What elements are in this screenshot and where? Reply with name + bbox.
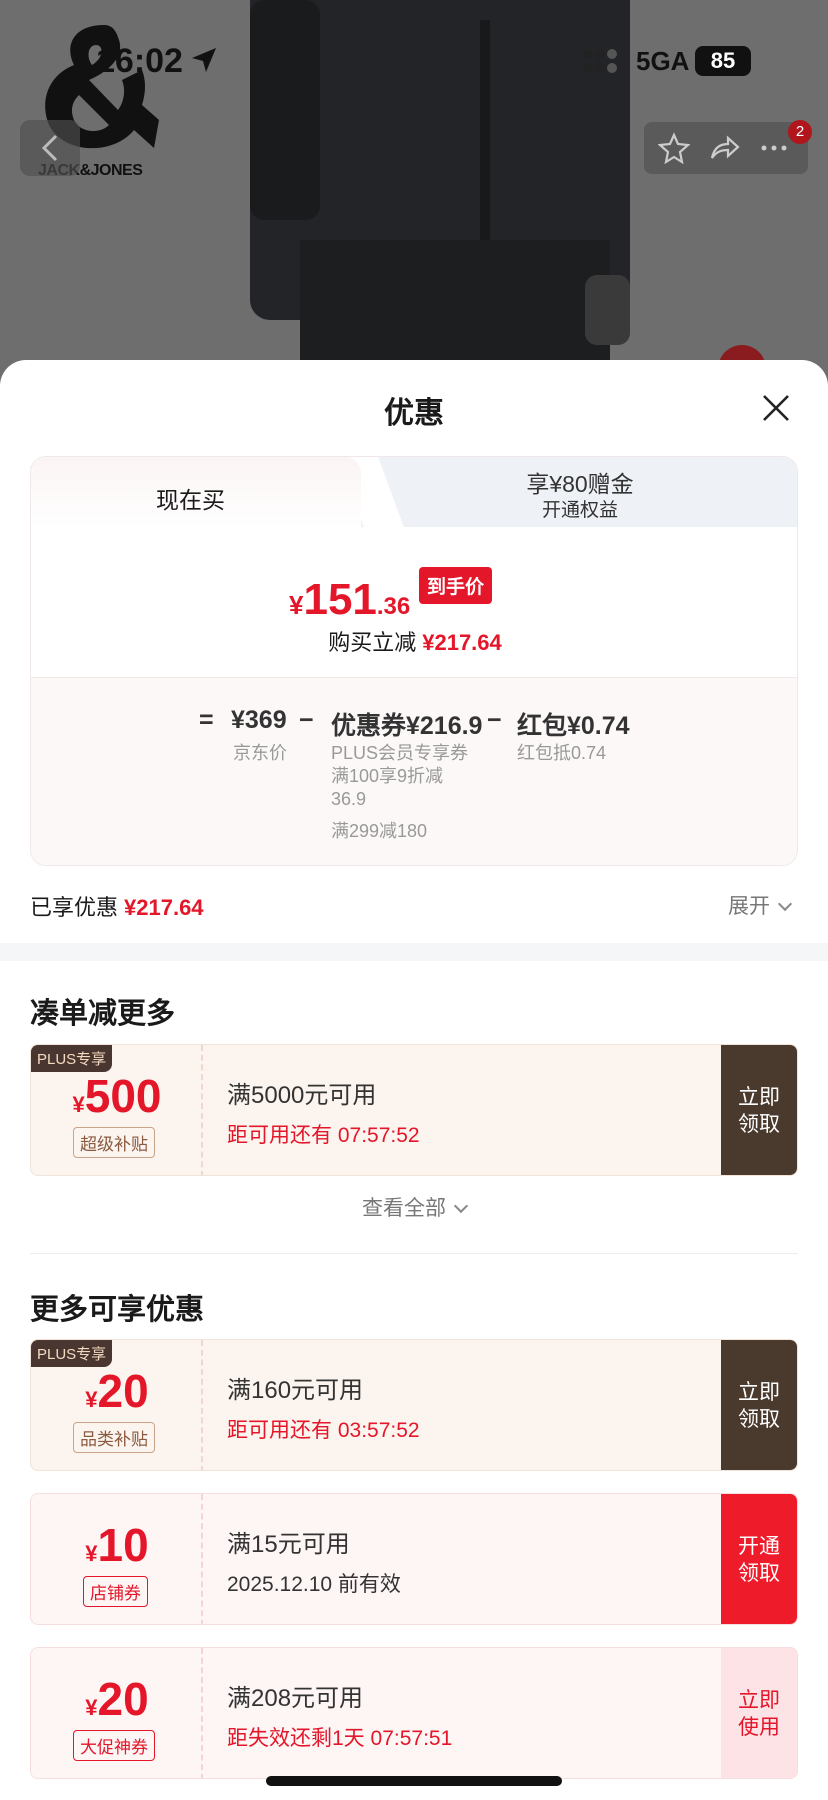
coupon-card: ¥10 店铺券 满15元可用 2025.12.10 前有效 开通领取 <box>30 1493 798 1625</box>
more-icon[interactable] <box>758 132 790 164</box>
coupon-amount: ¥10 <box>31 1518 203 1572</box>
section-title: 凑单减更多 <box>30 998 176 1030</box>
discount-sheet: 优惠 享¥80赠金 开通权益 现在买 ¥151.36 到手价 购买立减 ¥217.… <box>0 360 828 1800</box>
final-price-tag: 到手价 <box>419 567 493 604</box>
enjoyed-discount: 已享优惠 ¥217.64 <box>30 890 204 922</box>
breakdown-minus: − <box>487 706 502 734</box>
hand-photo <box>585 275 630 345</box>
coupon-number: 20 <box>97 1673 149 1725</box>
close-icon[interactable] <box>758 390 794 426</box>
price-breakdown: = ¥369 京东价 − 优惠券¥216.9 PLUS会员专享券 满100享9折… <box>31 677 797 865</box>
coupon-condition: 满15元可用 <box>227 1531 350 1558</box>
breakdown-coupon-note: 满299减180 <box>331 821 428 841</box>
expand-button[interactable]: 展开 <box>728 890 793 920</box>
status-time: 16:02 <box>96 42 183 80</box>
breakdown-jd-price: ¥369 <box>231 706 287 734</box>
chevron-left-icon <box>41 134 58 162</box>
location-arrow-icon <box>192 48 216 72</box>
coupon-yen: ¥ <box>85 1387 98 1412</box>
plus-badge: PLUS专享 <box>31 1045 113 1072</box>
coupon-value-area: ¥20 大促神券 <box>31 1648 203 1778</box>
tab-buy-now[interactable]: 现在买 <box>31 457 361 527</box>
instant-cut: 购买立减 ¥217.64 <box>31 625 797 657</box>
breakdown-minus: − <box>299 706 314 734</box>
enjoyed-value: ¥217.64 <box>124 895 204 920</box>
chevron-down-icon <box>453 1198 469 1214</box>
expand-label: 展开 <box>728 895 770 918</box>
coupon-value-area: ¥10 店铺券 <box>31 1494 203 1624</box>
coupon-yen: ¥ <box>85 1541 98 1566</box>
coupon-validity: 2025.12.10 前有效 <box>227 1573 401 1596</box>
coupon-countdown: 距可用还有 07:57:52 <box>227 1124 420 1147</box>
coupon-condition: 满208元可用 <box>227 1685 364 1712</box>
tab-buy-now-label: 现在买 <box>156 487 225 513</box>
back-button[interactable] <box>20 120 80 176</box>
enjoyed-label: 已享优惠 <box>30 895 119 920</box>
instant-cut-value: ¥217.64 <box>422 630 502 655</box>
see-all-button[interactable]: 查看全部 <box>0 1192 828 1222</box>
coupon-amount: ¥20 <box>31 1672 203 1726</box>
divider-line <box>30 1253 798 1254</box>
price-yen: ¥ <box>289 590 304 620</box>
plus-badge: PLUS专享 <box>31 1340 113 1367</box>
breakdown-equals: = <box>199 706 214 734</box>
notification-badge: 2 <box>788 120 812 144</box>
coupon-card: ¥20 品类补贴 PLUS专享 满160元可用 距可用还有 03:57:52 立… <box>30 1339 798 1471</box>
jacket-zip <box>480 20 490 240</box>
breakdown-coupon-note: 36.9 <box>331 789 367 809</box>
coupon-condition: 满5000元可用 <box>227 1082 377 1109</box>
price-dec: .36 <box>376 593 411 620</box>
use-now-button[interactable]: 立即使用 <box>721 1648 797 1778</box>
breakdown-jd-label: 京东价 <box>233 743 287 763</box>
coupon-amount: ¥500 <box>31 1069 203 1123</box>
coupon-number: 10 <box>97 1519 149 1571</box>
coupon-amount: ¥20 <box>31 1364 203 1418</box>
price-int: 151 <box>303 575 377 624</box>
coupon-card: ¥20 大促神券 满208元可用 距失效还剩1天 07:57:51 立即使用 <box>30 1647 798 1779</box>
coupon-tag: 大促神券 <box>73 1730 155 1761</box>
breakdown-coupon: 优惠券¥216.9 <box>331 712 483 740</box>
network-type: 5GA <box>636 46 690 76</box>
price-card: 享¥80赠金 开通权益 现在买 ¥151.36 到手价 购买立减 ¥217.64 … <box>30 456 798 866</box>
breakdown-redpack: 红包¥0.74 <box>517 712 630 740</box>
breakdown-coupon-note: PLUS会员专享券 <box>331 743 469 763</box>
pants-photo <box>300 240 610 380</box>
see-all-label: 查看全部 <box>362 1197 446 1220</box>
instant-cut-label: 购买立减 <box>328 630 417 655</box>
coupon-number: 500 <box>84 1070 162 1122</box>
section-title: 更多可享优惠 <box>30 1294 205 1326</box>
section-divider <box>0 943 828 961</box>
coupon-card: ¥500 超级补贴 PLUS专享 满5000元可用 距可用还有 07:57:52… <box>30 1044 798 1176</box>
tab-gold-line2: 开通权益 <box>541 500 618 521</box>
top-actions <box>644 122 808 174</box>
coupon-tag: 品类补贴 <box>73 1422 155 1453</box>
coupon-countdown: 距可用还有 03:57:52 <box>227 1419 420 1442</box>
claim-button[interactable]: 立即领取 <box>721 1340 797 1470</box>
coupon-countdown: 距失效还剩1天 07:57:51 <box>227 1727 453 1750</box>
home-indicator[interactable] <box>266 1776 562 1786</box>
coupon-tag: 超级补贴 <box>73 1127 155 1158</box>
coupon-condition: 满160元可用 <box>227 1377 364 1404</box>
coupon-tag: 店铺券 <box>83 1576 148 1607</box>
tab-gold[interactable]: 享¥80赠金 开通权益 <box>361 457 797 527</box>
star-icon[interactable] <box>658 132 690 164</box>
chevron-down-icon <box>777 896 793 912</box>
share-icon[interactable] <box>708 132 740 164</box>
sheet-title: 优惠 <box>384 397 444 430</box>
open-claim-button[interactable]: 开通领取 <box>721 1494 797 1624</box>
signal-icon <box>583 49 617 73</box>
coupon-yen: ¥ <box>72 1092 85 1117</box>
claim-button[interactable]: 立即领取 <box>721 1045 797 1175</box>
breakdown-coupon-note: 满100享9折减 <box>331 766 444 786</box>
jacket-sleeve <box>250 0 320 220</box>
breakdown-redpack-note: 红包抵0.74 <box>517 743 607 763</box>
final-price: ¥151.36 <box>289 575 410 625</box>
tab-gold-line1: 享¥80赠金 <box>526 471 634 497</box>
battery-indicator: 85 <box>695 46 751 76</box>
coupon-yen: ¥ <box>85 1695 98 1720</box>
coupon-number: 20 <box>97 1365 149 1417</box>
